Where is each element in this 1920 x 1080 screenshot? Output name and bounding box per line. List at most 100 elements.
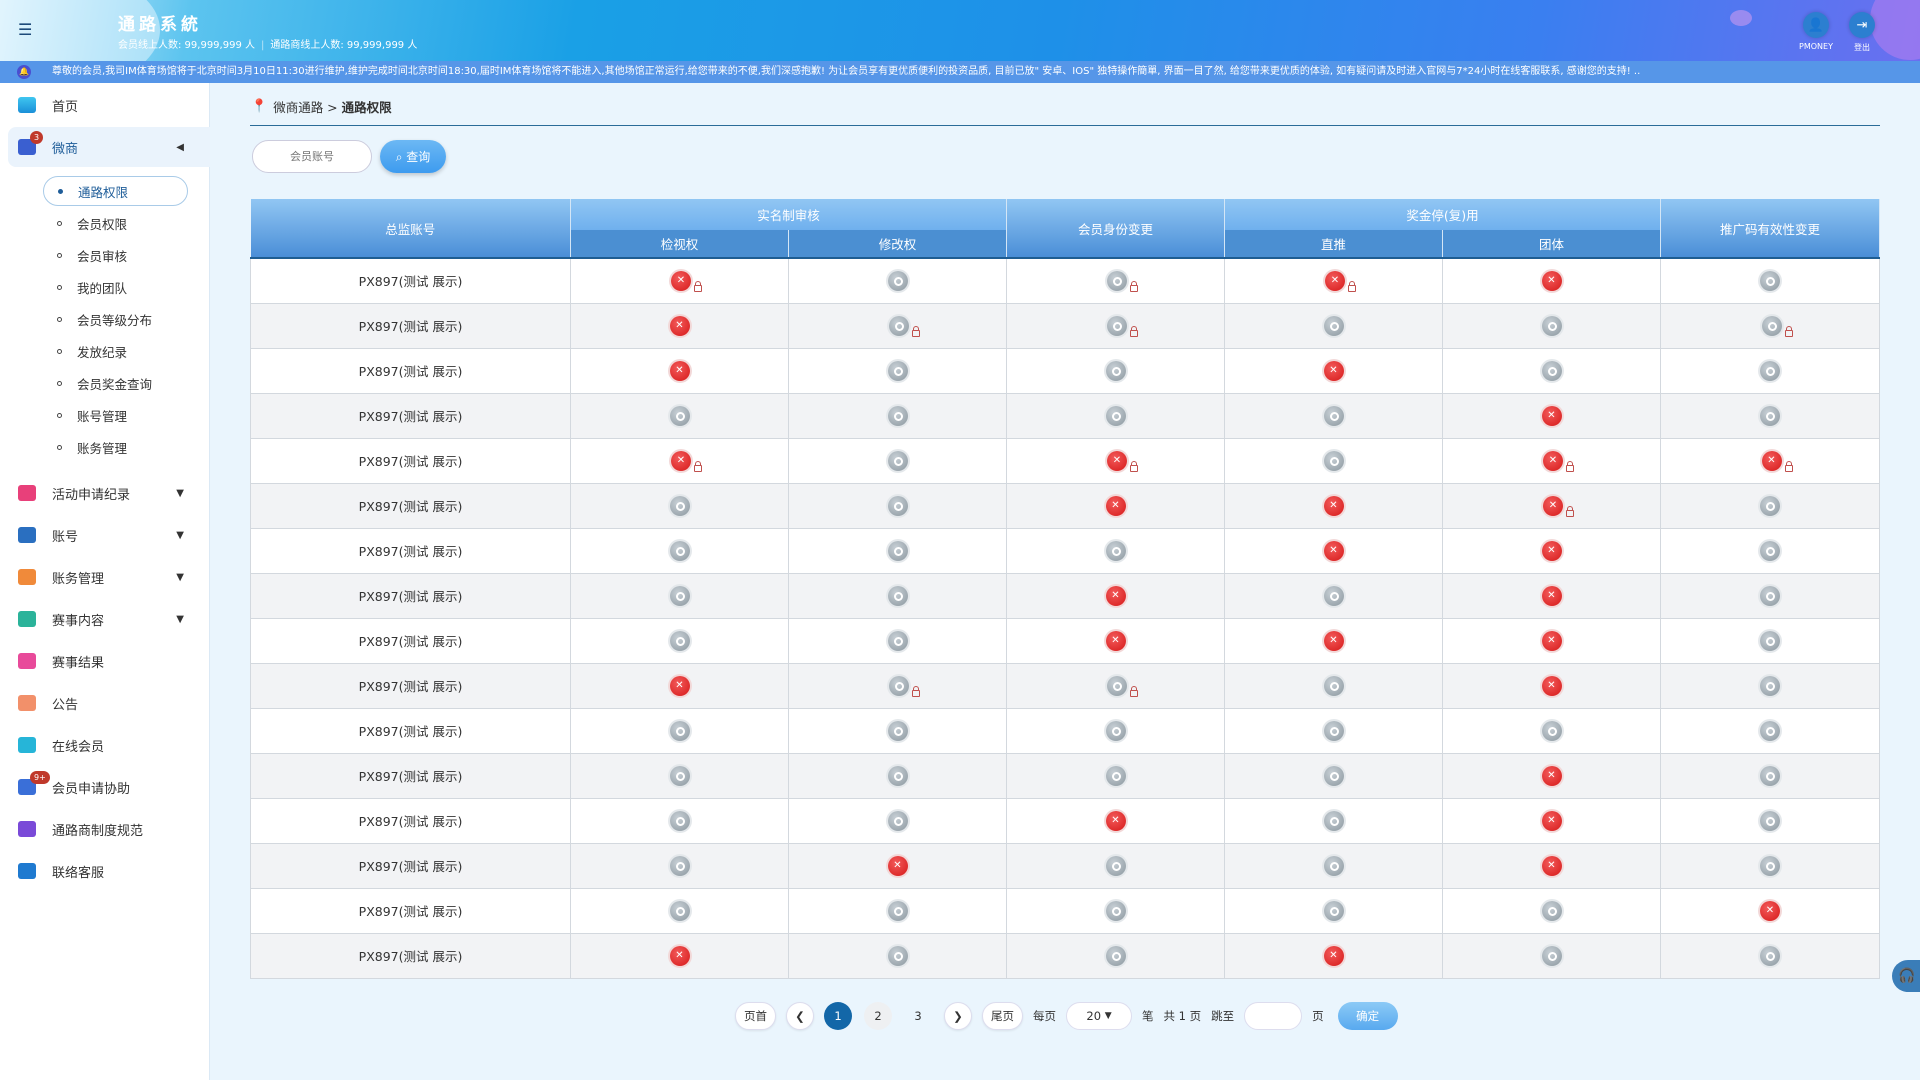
allowed-status-icon[interactable] <box>1760 360 1780 381</box>
page-number-button[interactable]: 2 <box>864 1002 892 1030</box>
per-page-select[interactable]: 20 ▼ <box>1066 1002 1132 1030</box>
page-number-button[interactable]: 1 <box>824 1002 852 1030</box>
allowed-status-icon[interactable] <box>1105 945 1126 966</box>
allowed-status-icon[interactable] <box>1105 360 1126 381</box>
denied-status-icon[interactable]: ✕ <box>887 855 908 876</box>
allowed-status-icon[interactable] <box>887 270 908 291</box>
denied-status-icon[interactable]: ✕ <box>1541 675 1562 696</box>
denied-status-icon[interactable]: ✕ <box>1325 270 1345 291</box>
denied-status-icon[interactable]: ✕ <box>1105 495 1126 516</box>
denied-status-icon[interactable]: ✕ <box>669 945 690 966</box>
allowed-status-icon[interactable] <box>1107 315 1127 336</box>
denied-status-icon[interactable]: ✕ <box>1323 630 1344 651</box>
denied-status-icon[interactable]: ✕ <box>1543 495 1563 516</box>
allowed-status-icon[interactable] <box>1107 675 1127 696</box>
allowed-status-icon[interactable] <box>1105 765 1126 786</box>
denied-status-icon[interactable]: ✕ <box>1541 855 1562 876</box>
allowed-status-icon[interactable] <box>669 765 690 786</box>
allowed-status-icon[interactable] <box>1323 675 1344 696</box>
allowed-status-icon[interactable] <box>887 540 908 561</box>
page-number-button[interactable]: 3 <box>904 1002 932 1030</box>
allowed-status-icon[interactable] <box>1323 855 1344 876</box>
sidebar-subitem[interactable]: 通路权限 <box>43 176 188 206</box>
allowed-status-icon[interactable] <box>1760 720 1780 741</box>
denied-status-icon[interactable]: ✕ <box>1105 585 1126 606</box>
sidebar-subitem[interactable]: 会员奖金查询 <box>43 368 188 398</box>
sidebar-item[interactable]: 在线会员 <box>8 725 210 765</box>
allowed-status-icon[interactable] <box>889 675 909 696</box>
allowed-status-icon[interactable] <box>1323 450 1344 471</box>
next-page-button[interactable]: ❯ <box>944 1002 972 1030</box>
denied-status-icon[interactable]: ✕ <box>1323 360 1344 381</box>
denied-status-icon[interactable]: ✕ <box>1541 585 1562 606</box>
customer-service-chat-button[interactable]: 🎧 <box>1892 960 1920 992</box>
allowed-status-icon[interactable] <box>887 810 908 831</box>
allowed-status-icon[interactable] <box>1760 405 1780 426</box>
denied-status-icon[interactable]: ✕ <box>1541 765 1562 786</box>
allowed-status-icon[interactable] <box>1541 360 1562 381</box>
allowed-status-icon[interactable] <box>887 360 908 381</box>
sidebar-item[interactable]: 公告 <box>8 683 210 723</box>
allowed-status-icon[interactable] <box>1105 855 1126 876</box>
allowed-status-icon[interactable] <box>887 585 908 606</box>
allowed-status-icon[interactable] <box>1761 315 1782 336</box>
allowed-status-icon[interactable] <box>887 720 908 741</box>
allowed-status-icon[interactable] <box>669 540 690 561</box>
confirm-button[interactable]: 确定 <box>1337 1002 1398 1030</box>
sidebar-item[interactable]: 通路商制度规范 <box>8 809 210 849</box>
sidebar-subitem[interactable]: 我的团队 <box>43 272 188 302</box>
allowed-status-icon[interactable] <box>1541 945 1562 966</box>
denied-status-icon[interactable]: ✕ <box>1105 810 1126 831</box>
allowed-status-icon[interactable] <box>1105 900 1126 921</box>
allowed-status-icon[interactable] <box>1760 810 1780 831</box>
sidebar-item[interactable]: 账务管理 ▼ <box>8 557 210 597</box>
sidebar-item[interactable]: 活动申请纪录 ▼ <box>8 473 210 513</box>
allowed-status-icon[interactable] <box>1541 315 1562 336</box>
sidebar-subitem[interactable]: 会员审核 <box>43 240 188 270</box>
first-page-button[interactable]: 页首 <box>735 1002 776 1030</box>
denied-status-icon[interactable]: ✕ <box>1323 945 1344 966</box>
allowed-status-icon[interactable] <box>1107 270 1127 291</box>
sidebar-item[interactable]: 赛事内容 ▼ <box>8 599 210 639</box>
sidebar-subitem[interactable]: 发放纪录 <box>43 336 188 366</box>
allowed-status-icon[interactable] <box>887 450 908 471</box>
sidebar-item[interactable]: 9+ 会员申请协助 <box>8 767 210 807</box>
denied-status-icon[interactable]: ✕ <box>1541 270 1562 291</box>
denied-status-icon[interactable]: ✕ <box>1107 450 1127 471</box>
allowed-status-icon[interactable] <box>887 630 908 651</box>
sidebar-subitem[interactable]: 会员等级分布 <box>43 304 188 334</box>
allowed-status-icon[interactable] <box>1760 675 1780 696</box>
sidebar-item-weishang[interactable]: 3 微商 ◀ <box>8 127 210 167</box>
denied-status-icon[interactable]: ✕ <box>1323 540 1344 561</box>
allowed-status-icon[interactable] <box>1105 540 1126 561</box>
breadcrumb-parent[interactable]: 微商通路 > <box>273 97 337 116</box>
allowed-status-icon[interactable] <box>669 810 690 831</box>
allowed-status-icon[interactable] <box>1760 855 1780 876</box>
allowed-status-icon[interactable] <box>887 405 908 426</box>
allowed-status-icon[interactable] <box>669 630 690 651</box>
denied-status-icon[interactable]: ✕ <box>671 270 691 291</box>
allowed-status-icon[interactable] <box>1541 900 1562 921</box>
member-account-input[interactable] <box>252 140 372 173</box>
denied-status-icon[interactable]: ✕ <box>1105 630 1126 651</box>
allowed-status-icon[interactable] <box>1760 945 1780 966</box>
allowed-status-icon[interactable] <box>669 900 690 921</box>
denied-status-icon[interactable]: ✕ <box>671 450 691 471</box>
last-page-button[interactable]: 尾页 <box>982 1002 1023 1030</box>
sidebar-item[interactable]: 赛事结果 <box>8 641 210 681</box>
hamburger-icon[interactable]: ☰ <box>18 20 32 39</box>
allowed-status-icon[interactable] <box>1323 720 1344 741</box>
sidebar-item-home[interactable]: 首页 <box>8 85 210 125</box>
allowed-status-icon[interactable] <box>1105 405 1126 426</box>
denied-status-icon[interactable]: ✕ <box>1541 405 1562 426</box>
allowed-status-icon[interactable] <box>669 855 690 876</box>
allowed-status-icon[interactable] <box>1760 630 1780 651</box>
denied-status-icon[interactable]: ✕ <box>1541 540 1562 561</box>
allowed-status-icon[interactable] <box>889 315 909 336</box>
denied-status-icon[interactable]: ✕ <box>1541 630 1562 651</box>
denied-status-icon[interactable]: ✕ <box>669 360 690 381</box>
sidebar-subitem[interactable]: 账号管理 <box>43 400 188 430</box>
logout-button[interactable]: ⇥ 登出 <box>1842 12 1882 53</box>
allowed-status-icon[interactable] <box>887 495 908 516</box>
allowed-status-icon[interactable] <box>1323 585 1344 606</box>
